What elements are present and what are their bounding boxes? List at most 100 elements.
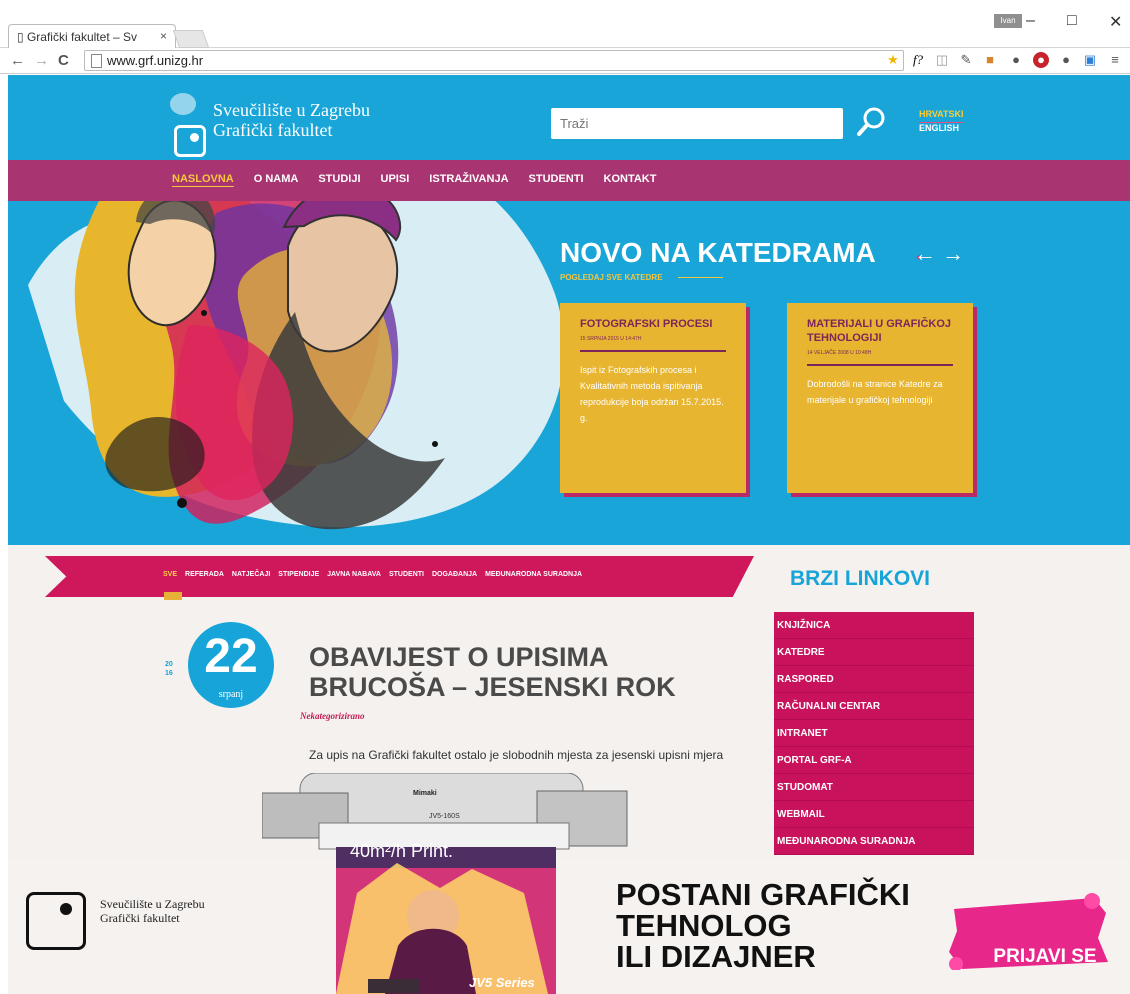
window-user-badge[interactable]: Ivan: [994, 14, 1022, 28]
search-input[interactable]: [551, 108, 843, 139]
banner-brand: Sveučilište u Zagrebu Grafički fakultet: [100, 897, 270, 925]
banner-logo-icon: [26, 892, 86, 950]
maximize-window-button[interactable]: □: [1067, 12, 1077, 30]
extension-icon[interactable]: ■: [982, 52, 998, 68]
filter-studenti[interactable]: STUDENTI: [389, 571, 424, 578]
language-en[interactable]: ENGLISH: [919, 123, 964, 137]
camera-icon[interactable]: ◫: [934, 52, 950, 68]
user-extension-icon[interactable]: ●: [1058, 52, 1074, 68]
page-icon: [91, 54, 102, 68]
quick-links-title: BRZI LINKOVI: [790, 567, 930, 590]
window-extension-icon[interactable]: ▣: [1082, 52, 1098, 68]
browser-titlebar: ▯ Grafički fakultet – Sv × Ivan – □ ✕: [0, 0, 1130, 48]
quick-link-webmail[interactable]: WEBMAIL: [774, 801, 974, 828]
card-divider: [807, 364, 953, 366]
card-title: MATERIJALI U GRAFIČKOJ TEHNOLOGIJI: [807, 318, 952, 344]
tab-page-icon: ▯: [17, 30, 24, 44]
quick-link-raspored[interactable]: RASPORED: [774, 666, 974, 693]
card-title: FOTOGRAFSKI PROCESI: [580, 318, 713, 330]
quick-link-portal-grf[interactable]: PORTAL GRF-A: [774, 747, 974, 774]
chat-icon[interactable]: ●: [1008, 52, 1024, 68]
card-date: 15 SRPNJA 2015 U 14:47H: [580, 336, 642, 342]
post-title[interactable]: OBAVIJEST O UPISIMA BRUCOŠA – JESENSKI R…: [309, 642, 699, 702]
news-filter-bar: SVE REFERADA NATJEČAJI STIPENDIJE JAVNA …: [45, 556, 754, 597]
banner-line-1: POSTANI GRAFIČKI: [616, 877, 910, 912]
forward-icon[interactable]: →: [34, 52, 49, 69]
post-category[interactable]: Nekategorizirano: [300, 711, 365, 721]
previous-arrow-icon[interactable]: ←: [914, 241, 936, 266]
large-format-printer-ad-image: 40m²/h Print. Mimaki JV5-160S JV5 Series: [262, 773, 628, 994]
post-date-badge: 22 srpanj: [188, 622, 274, 708]
filter-stipendije[interactable]: STIPENDIJE: [278, 571, 319, 578]
menu-item-upisi[interactable]: UPISI: [381, 160, 410, 201]
hero-section: Sveučilište u Zagrebu Grafički fakultet …: [8, 75, 1130, 545]
banner-line-2: TEHNOLOG: [616, 908, 792, 943]
search-icon[interactable]: [854, 105, 888, 139]
menu-item-o-nama[interactable]: O NAMA: [254, 160, 299, 201]
reload-icon[interactable]: C: [58, 52, 69, 69]
link-underline: [678, 277, 723, 278]
all-departments-link[interactable]: POGLEDAJ SVE KATEDRE: [560, 273, 663, 282]
back-icon[interactable]: ←: [10, 52, 25, 69]
quick-link-katedre[interactable]: KATEDRE: [774, 639, 974, 666]
filter-medunarodna-suradnja[interactable]: MEĐUNARODNA SURADNJA: [485, 571, 582, 578]
department-card[interactable]: MATERIJALI U GRAFIČKOJ TEHNOLOGIJI 14 VE…: [787, 303, 973, 493]
menu-item-istrazivanja[interactable]: ISTRAŽIVANJA: [429, 160, 508, 201]
url-text: www.grf.unizg.hr: [107, 53, 204, 68]
card-text: Ispit iz Fotografskih procesa i Kvalitat…: [580, 365, 724, 423]
quick-link-knjiznica[interactable]: KNJIŽNICA: [774, 612, 974, 639]
menu-item-studenti[interactable]: STUDENTI: [529, 160, 584, 201]
bookmark-star-icon[interactable]: ★: [885, 52, 901, 68]
close-window-button[interactable]: ✕: [1109, 12, 1122, 32]
language-switcher: HRVATSKI ENGLISH: [919, 109, 964, 137]
brand-line-2: Grafički fakultet: [213, 120, 333, 140]
tab-title: Grafički fakultet – Sv: [26, 30, 137, 44]
menu-icon[interactable]: ≡: [1107, 52, 1123, 68]
banner-message: POSTANI GRAFIČKI TEHNOLOG ILI DIZAJNER: [616, 879, 926, 972]
printer-brand: Mimaki: [413, 790, 437, 797]
active-filter-indicator: [164, 592, 182, 600]
banner-brand-line-1: Sveučilište u Zagrebu: [100, 897, 205, 911]
hero-carousel-controls: ← →: [914, 241, 964, 267]
card-date: 14 VELJAČE 2008 U 10:48H: [807, 350, 872, 356]
function-icon[interactable]: f?: [910, 52, 926, 68]
filter-referada[interactable]: REFERADA: [185, 571, 224, 578]
department-card[interactable]: FOTOGRAFSKI PROCESI 15 SRPNJA 2015 U 14:…: [560, 303, 746, 493]
apply-button-label: PRIJAVI SE: [993, 945, 1097, 967]
printer-series: JV5 Series: [469, 975, 535, 990]
post-day: 22: [204, 630, 258, 683]
hero-title: NOVO NA KATEDRAMA: [560, 237, 876, 268]
browser-tab[interactable]: ▯ Grafički fakultet – Sv ×: [8, 24, 176, 48]
post-year: 20 16: [165, 661, 173, 677]
minimize-window-button[interactable]: –: [1026, 12, 1035, 30]
filter-all[interactable]: SVE: [163, 571, 177, 578]
tool-icon[interactable]: ✎: [958, 52, 974, 68]
apply-button[interactable]: PRIJAVI SE: [944, 893, 1110, 970]
faculty-logo-icon: [174, 125, 206, 157]
quick-link-studomat[interactable]: STUDOMAT: [774, 774, 974, 801]
brand-line-1: Sveučilište u Zagrebu: [213, 100, 370, 120]
next-arrow-icon[interactable]: →: [942, 241, 964, 266]
filter-dogadanja[interactable]: DOGAĐANJA: [432, 571, 477, 578]
quick-link-medunarodna-suradnja[interactable]: MEĐUNARODNA SURADNJA: [774, 828, 974, 855]
printer-print-label: 40m²/h Print.: [350, 841, 453, 861]
filter-natjecaji[interactable]: NATJEČAJI: [232, 571, 270, 578]
brand-text: Sveučilište u Zagrebu Grafički fakultet: [213, 100, 433, 140]
adblock-icon[interactable]: ●: [1033, 52, 1049, 68]
menu-item-studiji[interactable]: STUDIJI: [318, 160, 360, 201]
printer-model: JV5-160S: [429, 813, 460, 820]
new-tab-button[interactable]: [172, 30, 210, 48]
filter-javna-nabava[interactable]: JAVNA NABAVA: [327, 571, 381, 578]
web-page: Sveučilište u Zagrebu Grafički fakultet …: [8, 75, 1130, 994]
quick-link-intranet[interactable]: INTRANET: [774, 720, 974, 747]
quick-link-racunalni-centar[interactable]: RAČUNALNI CENTAR: [774, 693, 974, 720]
tab-close-icon[interactable]: ×: [160, 29, 167, 43]
university-seal-icon: [170, 93, 196, 115]
post-month: srpanj: [218, 689, 244, 700]
menu-item-kontakt[interactable]: KONTAKT: [604, 160, 657, 201]
url-field[interactable]: www.grf.unizg.hr: [84, 50, 904, 71]
main-menu: NASLOVNA O NAMA STUDIJI UPISI ISTRAŽIVAN…: [8, 160, 1130, 201]
language-hr[interactable]: HRVATSKI: [919, 109, 964, 123]
banner-brand-line-2: Grafički fakultet: [100, 911, 180, 925]
menu-item-naslovna[interactable]: NASLOVNA: [172, 160, 234, 201]
